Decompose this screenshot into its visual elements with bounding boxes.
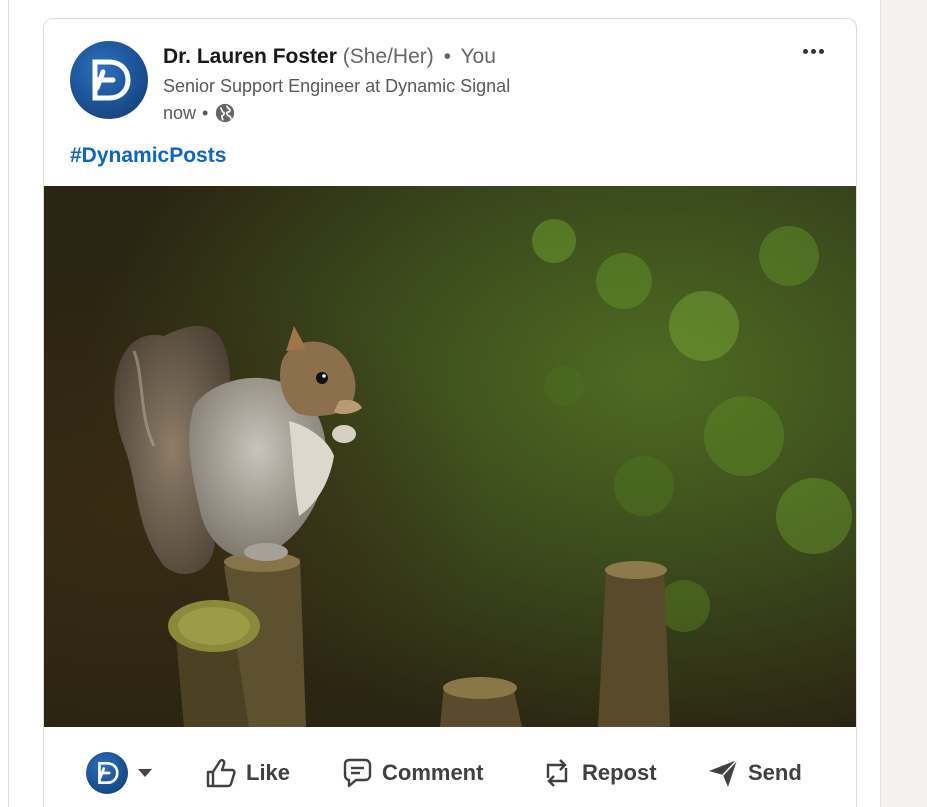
author-headline: Senior Support Engineer at Dynamic Signa… — [163, 76, 511, 96]
repost-button[interactable]: Repost — [540, 751, 657, 795]
time-separator: • — [202, 102, 209, 123]
squirrel-photo — [44, 186, 856, 727]
dynamic-signal-logo-icon — [98, 761, 119, 785]
dynamic-signal-logo-icon — [92, 59, 131, 101]
post-time: now — [163, 102, 197, 123]
more-dot — [818, 48, 824, 54]
comment-button[interactable]: Comment — [340, 751, 483, 795]
globe-icon — [216, 103, 235, 123]
author-avatar[interactable] — [70, 41, 148, 119]
paper-plane-icon — [709, 759, 738, 787]
more-dot — [802, 48, 808, 54]
post-card: Dr. Lauren Foster (She/Her) • You Senior… — [43, 18, 857, 807]
separator-dot: • — [443, 45, 451, 68]
thumbs-up-icon — [206, 759, 236, 788]
connection-degree: You — [460, 45, 496, 68]
more-dot — [810, 48, 816, 54]
reaction-identity-switcher[interactable] — [86, 752, 152, 794]
right-gutter — [880, 0, 927, 807]
author-line: Dr. Lauren Foster (She/Her) • You — [163, 45, 496, 69]
send-button[interactable]: Send — [706, 751, 802, 795]
more-options-button[interactable] — [799, 41, 827, 61]
like-button[interactable]: Like — [204, 751, 290, 795]
repost-label: Repost — [582, 760, 657, 785]
send-label: Send — [748, 760, 802, 785]
post-image[interactable] — [44, 186, 856, 727]
post-action-bar: Like Comment Repost Send — [44, 727, 856, 807]
like-label: Like — [246, 760, 291, 785]
comment-bubble-icon — [343, 758, 372, 788]
author-name[interactable]: Dr. Lauren Foster — [163, 45, 337, 68]
feed-column-border — [8, 0, 9, 807]
hashtag-link[interactable]: #DynamicPosts — [70, 144, 226, 168]
reactor-avatar — [86, 752, 128, 794]
author-pronouns: (She/Her) — [342, 45, 434, 68]
comment-label: Comment — [382, 760, 484, 785]
caret-down-icon — [138, 769, 152, 777]
post-meta: now • — [163, 102, 236, 124]
repost-arrows-icon — [546, 759, 568, 787]
